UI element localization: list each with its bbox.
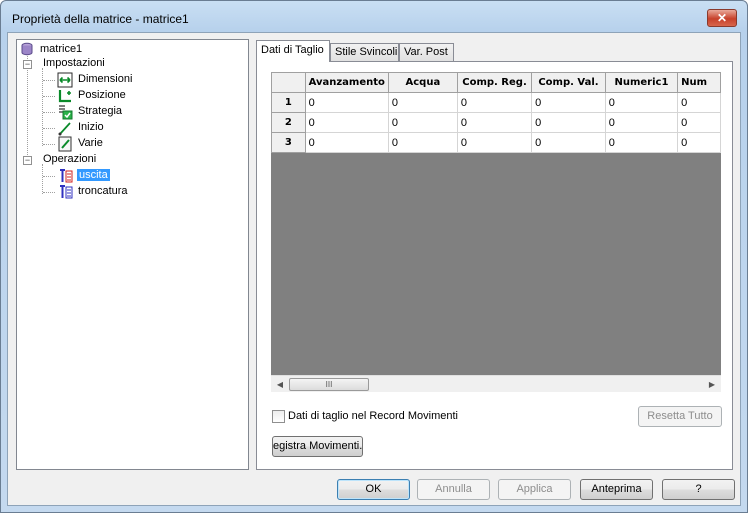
- grid-cell[interactable]: 0: [456, 132, 533, 153]
- record-movements-label: Dati di taglio nel Record Movimenti: [288, 410, 458, 422]
- grid-cell[interactable]: 0: [677, 112, 721, 133]
- tree-item-posizione[interactable]: Posizione: [57, 88, 207, 104]
- grid-cell[interactable]: 0: [304, 132, 389, 153]
- tree-connector: [43, 192, 55, 193]
- tab-stile-svincoli[interactable]: Stile Svincoli: [330, 43, 399, 61]
- scroll-thumb[interactable]: III: [289, 378, 369, 391]
- dialog-window: Proprietà della matrice - matrice1 ✕ mat…: [0, 0, 748, 513]
- grid-cell[interactable]: 0: [456, 92, 533, 113]
- tree-connector: [43, 176, 55, 177]
- database-icon: [20, 42, 36, 58]
- grid-cell[interactable]: 0: [387, 92, 458, 113]
- grid-cell[interactable]: 0: [456, 112, 533, 133]
- tree-item-label: Varie: [78, 137, 103, 149]
- window-title: Proprietà della matrice - matrice1: [12, 12, 189, 26]
- tree-settings-label: Impostazioni: [43, 57, 105, 69]
- row-header[interactable]: 2: [271, 112, 306, 133]
- grid-cell[interactable]: 0: [531, 132, 606, 153]
- grid-header-row: Avanzamento Acqua Comp. Reg. Comp. Val. …: [271, 72, 721, 93]
- start-icon: [57, 120, 73, 136]
- notes-icon: [57, 136, 73, 152]
- tree-operations-label: Operazioni: [43, 153, 97, 165]
- tree-root-label: matrice1: [40, 43, 83, 55]
- grid-cell[interactable]: 0: [387, 112, 458, 133]
- tab-dati-di-taglio[interactable]: Dati di Taglio: [256, 40, 330, 62]
- tree-connector: [43, 96, 55, 97]
- grid-cell[interactable]: 0: [531, 112, 606, 133]
- column-header[interactable]: Num: [677, 72, 721, 93]
- collapse-toggle[interactable]: −: [23, 156, 32, 165]
- strategy-icon: [57, 104, 73, 120]
- tree-item-label: Posizione: [78, 89, 126, 101]
- tree-item-label: Strategia: [78, 105, 123, 117]
- tree-item-label: troncatura: [78, 185, 128, 197]
- horizontal-scrollbar[interactable]: ◀ III ▶: [271, 375, 721, 392]
- table-row: 2 0 0 0 0 0 0: [271, 112, 721, 133]
- tree-connector: [43, 144, 55, 145]
- position-icon: [57, 88, 73, 104]
- table-row: 1 0 0 0 0 0 0: [271, 92, 721, 113]
- grid-cell[interactable]: 0: [604, 132, 679, 153]
- grid-cell[interactable]: 0: [304, 92, 389, 113]
- collapse-toggle[interactable]: −: [23, 60, 32, 69]
- grid-cell[interactable]: 0: [531, 92, 606, 113]
- tree-connector: [43, 80, 55, 81]
- tree-item-label: uscita: [77, 169, 110, 181]
- exit-operation-icon: [57, 168, 73, 184]
- reset-all-button[interactable]: Resetta Tutto: [638, 406, 722, 427]
- grid-cell[interactable]: 0: [387, 132, 458, 153]
- tree-connector: [43, 112, 55, 113]
- column-header[interactable]: Avanzamento: [304, 72, 389, 93]
- tree-item-inizio[interactable]: Inizio: [57, 120, 207, 136]
- tree-item-label: Dimensioni: [78, 73, 133, 85]
- help-button[interactable]: ?: [662, 479, 735, 500]
- dimensions-icon: [57, 72, 73, 88]
- row-header[interactable]: 1: [271, 92, 306, 113]
- tree-item-label: Inizio: [78, 121, 104, 133]
- dialog-client-area: matrice1 − Impostazioni Dimensioni Posiz…: [7, 32, 741, 506]
- cutoff-operation-icon: [57, 184, 73, 200]
- column-header[interactable]: Numeric1: [604, 72, 679, 93]
- tree-item-varie[interactable]: Varie: [57, 136, 207, 152]
- apply-button[interactable]: Applica: [498, 479, 571, 500]
- tree-connector: [27, 56, 28, 159]
- tree-item-troncatura[interactable]: troncatura: [57, 184, 207, 200]
- grid-cell[interactable]: 0: [677, 132, 721, 153]
- settings-tree: matrice1 − Impostazioni Dimensioni Posiz…: [16, 39, 249, 470]
- title-bar[interactable]: Proprietà della matrice - matrice1 ✕: [1, 1, 747, 33]
- row-header[interactable]: 3: [271, 132, 306, 153]
- column-header[interactable]: Comp. Val.: [531, 72, 606, 93]
- tab-panel-dati-di-taglio: Avanzamento Acqua Comp. Reg. Comp. Val. …: [256, 61, 733, 470]
- tree-item-uscita[interactable]: uscita: [57, 168, 207, 184]
- grid-table: Avanzamento Acqua Comp. Reg. Comp. Val. …: [271, 72, 721, 153]
- grid-corner-cell[interactable]: [271, 72, 306, 93]
- column-header[interactable]: Acqua: [387, 72, 458, 93]
- grid-cell[interactable]: 0: [304, 112, 389, 133]
- close-button[interactable]: ✕: [707, 9, 737, 27]
- tree-node-settings[interactable]: Impostazioni: [43, 56, 193, 72]
- tree-node-operations[interactable]: Operazioni: [43, 152, 193, 168]
- preview-button[interactable]: Anteprima: [580, 479, 653, 500]
- tree-connector: [43, 128, 55, 129]
- tree-item-dimensioni[interactable]: Dimensioni: [57, 72, 207, 88]
- grid-cell[interactable]: 0: [604, 112, 679, 133]
- scroll-left-icon[interactable]: ◀: [273, 378, 287, 391]
- column-header[interactable]: Comp. Reg.: [456, 72, 533, 93]
- cancel-button[interactable]: Annulla: [417, 479, 490, 500]
- tree-connector: [42, 164, 43, 194]
- record-movements-checkbox[interactable]: [272, 410, 285, 423]
- grid-cell[interactable]: 0: [604, 92, 679, 113]
- tab-var-post[interactable]: Var. Post: [399, 43, 454, 61]
- grid-cell[interactable]: 0: [677, 92, 721, 113]
- register-movements-button[interactable]: egistra Movimenti.: [272, 436, 363, 457]
- cutting-data-grid: Avanzamento Acqua Comp. Reg. Comp. Val. …: [271, 72, 721, 375]
- scroll-right-icon[interactable]: ▶: [705, 378, 719, 391]
- table-row: 3 0 0 0 0 0 0: [271, 132, 721, 153]
- tree-item-strategia[interactable]: Strategia: [57, 104, 207, 120]
- ok-button[interactable]: OK: [337, 479, 410, 500]
